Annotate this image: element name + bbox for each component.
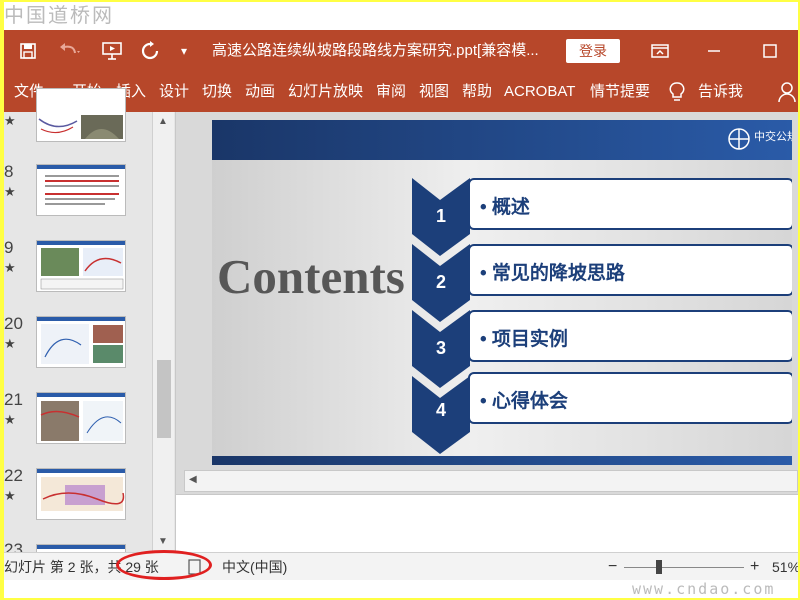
contents-item-label: • 项目实例: [480, 329, 568, 350]
tab-review[interactable]: 审阅: [376, 72, 406, 112]
animation-star-icon: ★: [4, 184, 16, 199]
thumbnail-number: 20: [4, 314, 23, 333]
thumbnail-number: 8: [4, 162, 14, 181]
animation-star-icon: ★: [4, 488, 16, 503]
tab-view[interactable]: 视图: [419, 72, 449, 112]
notes-pane[interactable]: [176, 494, 798, 552]
title-bar: ▾ 高速公路连续纵坡路段路线方案研究.ppt[兼容模... 登录: [4, 30, 798, 72]
slide-thumbnail-pane: ★ 8 ★ 9 ★ 20 ★ 21 ★ 22 ★ 23 ▲ ▼: [4, 88, 176, 564]
contents-item-label: • 常见的降坡思路: [480, 263, 625, 284]
present-from-start-icon[interactable]: [94, 30, 130, 72]
scroll-left-icon[interactable]: ◀: [189, 474, 197, 485]
watermark-bottom: www.cndao.com: [632, 580, 776, 598]
tab-storyboard[interactable]: 情节提要: [590, 72, 650, 112]
red-highlight-ellipse: [116, 550, 212, 580]
slide-editor: 中交公规 Contents 1 2 3 4 • 概述 • 常见的降坡思路 • 项…: [176, 112, 798, 552]
user-icon[interactable]: [778, 72, 798, 112]
tab-help[interactable]: 帮助: [462, 72, 492, 112]
thumbnail-scrollbar[interactable]: ▲ ▼: [152, 112, 174, 552]
login-button[interactable]: 登录: [566, 39, 620, 63]
redo-icon[interactable]: [132, 30, 168, 72]
slide-thumbnail[interactable]: [36, 88, 126, 142]
thumbnail-number: 21: [4, 390, 23, 409]
ribbon-display-icon[interactable]: [642, 30, 678, 72]
current-slide[interactable]: 中交公规 Contents 1 2 3 4 • 概述 • 常见的降坡思路 • 项…: [212, 120, 792, 465]
tab-design[interactable]: 设计: [159, 72, 189, 112]
slide-thumbnail[interactable]: [36, 164, 126, 216]
scroll-up-icon[interactable]: ▲: [158, 116, 168, 127]
zoom-in-button[interactable]: +: [750, 553, 759, 581]
watermark-top: 中国道桥网: [4, 2, 798, 30]
language-status[interactable]: 中文(中国): [222, 553, 287, 581]
contents-item-label: • 心得体会: [480, 391, 568, 412]
slide-thumbnail[interactable]: [36, 392, 126, 444]
company-logo-text: 中交公规: [754, 131, 792, 143]
animation-star-icon: ★: [4, 260, 16, 275]
animation-star-icon: ★: [4, 412, 16, 427]
zoom-level[interactable]: 51%: [772, 553, 798, 581]
powerpoint-window: 中国道桥网 ▾ 高速公路连续纵坡路段路线方案研究.ppt[兼容模... 登录 文…: [4, 2, 798, 598]
contents-heading: Contents: [217, 249, 405, 304]
zoom-out-button[interactable]: −: [608, 553, 617, 581]
tab-acrobat[interactable]: ACROBAT: [504, 72, 575, 112]
customize-toolbar-icon[interactable]: ▾: [172, 30, 196, 72]
item-number: 4: [436, 400, 447, 420]
document-title: 高速公路连续纵坡路段路线方案研究.ppt[兼容模...: [212, 42, 539, 59]
undo-icon[interactable]: [50, 30, 90, 72]
slide-footer-band: [212, 456, 792, 465]
thumbnail-number: 22: [4, 466, 23, 485]
item-number: 3: [436, 338, 447, 358]
slide-thumbnail[interactable]: [36, 468, 126, 520]
lightbulb-icon: [668, 72, 690, 112]
scrollbar-thumb[interactable]: [157, 360, 171, 438]
save-icon[interactable]: [10, 30, 46, 72]
zoom-slider-knob[interactable]: [656, 560, 662, 574]
tab-slideshow[interactable]: 幻灯片放映: [288, 72, 363, 112]
horizontal-scrollbar[interactable]: ◀: [184, 470, 798, 492]
animation-star-icon: ★: [4, 113, 16, 128]
maximize-icon[interactable]: [750, 30, 790, 72]
tell-me-search[interactable]: 告诉我: [698, 72, 743, 112]
item-number: 1: [436, 206, 447, 226]
company-logo-icon: [726, 126, 752, 157]
tab-animations[interactable]: 动画: [245, 72, 275, 112]
slide-thumbnail[interactable]: [36, 240, 126, 292]
contents-item-label: • 概述: [480, 197, 530, 218]
thumbnail-number: 9: [4, 238, 14, 257]
minimize-icon[interactable]: [694, 30, 734, 72]
tab-transitions[interactable]: 切换: [202, 72, 232, 112]
scroll-down-icon[interactable]: ▼: [158, 536, 168, 547]
item-number: 2: [436, 272, 447, 292]
slide-thumbnail[interactable]: [36, 316, 126, 368]
slide-header-band: [212, 120, 792, 160]
animation-star-icon: ★: [4, 336, 16, 351]
zoom-slider-track[interactable]: [624, 567, 744, 568]
